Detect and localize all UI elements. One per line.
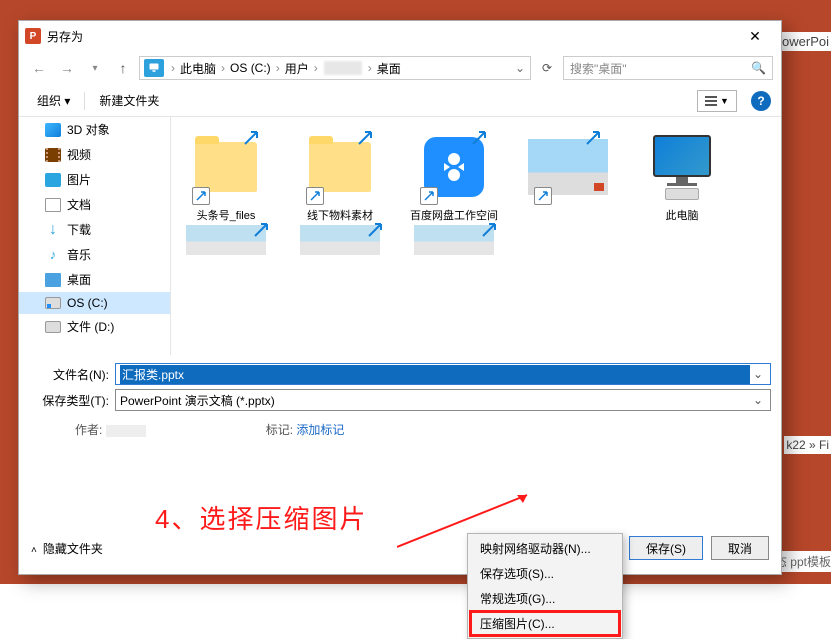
file-item[interactable]	[521, 127, 615, 223]
tree-item[interactable]: ↓下载	[19, 217, 170, 242]
tree-item[interactable]: 视频	[19, 142, 170, 167]
tree-item[interactable]: 图片	[19, 167, 170, 192]
recent-dropdown[interactable]: ▾	[83, 56, 107, 80]
help-button[interactable]: ?	[751, 91, 771, 111]
file-item[interactable]	[407, 223, 501, 257]
refresh-button[interactable]: ⟳	[535, 56, 559, 80]
savetype-label: 保存类型(T):	[29, 392, 115, 409]
file-item[interactable]: 百度网盘工作空间	[407, 127, 501, 223]
file-item[interactable]	[179, 223, 273, 257]
path-sep-icon: ›	[365, 61, 375, 75]
save-as-dialog: P 另存为 ✕ ← → ▾ ↑ › 此电脑 › OS (C:) › 用户 › ›…	[18, 20, 782, 575]
path-sep-icon: ›	[273, 61, 283, 75]
path-dropdown[interactable]: ⌄	[510, 61, 530, 75]
savetype-select[interactable]: PowerPoint 演示文稿 (*.pptx) ⌄	[115, 389, 771, 411]
chevron-down-icon[interactable]: ⌄	[750, 367, 766, 381]
tree-item[interactable]: 桌面	[19, 267, 170, 292]
tree-item[interactable]: 文档	[19, 192, 170, 217]
up-button[interactable]: ↑	[111, 56, 135, 80]
annotation: 4、选择压缩图片	[155, 499, 367, 536]
close-button[interactable]: ✕	[735, 28, 775, 45]
tree-item[interactable]: 文件 (D:)	[19, 314, 170, 339]
folder-tree[interactable]: 3D 对象视频图片文档↓下载♪音乐桌面OS (C:)文件 (D:)	[19, 117, 171, 355]
filename-value: 汇报类.pptx	[120, 365, 750, 384]
nav-row: ← → ▾ ↑ › 此电脑 › OS (C:) › 用户 › › 桌面 ⌄ ⟳ …	[19, 51, 781, 85]
separator	[84, 92, 85, 110]
pc-path-icon	[144, 59, 164, 77]
bottom-bar: 隐藏文件夹 工具(L)▼ 保存(S) 取消	[19, 526, 781, 574]
path-seg-pc[interactable]: 此电脑	[178, 60, 218, 77]
tree-item[interactable]: 3D 对象	[19, 117, 170, 142]
tools-menu: 映射网络驱动器(N)...保存选项(S)...常规选项(G)...压缩图片(C)…	[467, 533, 623, 639]
list-icon	[705, 95, 717, 107]
file-item[interactable]: 此电脑	[635, 127, 729, 223]
dialog-title: 另存为	[47, 28, 735, 45]
hide-folders-toggle[interactable]: 隐藏文件夹	[31, 540, 103, 557]
path-seg-desktop[interactable]: 桌面	[375, 60, 403, 77]
search-icon: 🔍	[751, 61, 766, 75]
titlebar: P 另存为 ✕	[19, 21, 781, 51]
menu-item[interactable]: 映射网络驱动器(N)...	[470, 536, 620, 561]
organize-button[interactable]: 组织 ▾	[29, 89, 78, 112]
cancel-button[interactable]: 取消	[711, 536, 769, 560]
path-sep-icon: ›	[311, 61, 321, 75]
save-button[interactable]: 保存(S)	[629, 536, 703, 560]
new-folder-button[interactable]: 新建文件夹	[91, 89, 167, 112]
forward-button[interactable]: →	[55, 56, 79, 80]
path-seg-users[interactable]: 用户	[283, 60, 311, 77]
redacted-segment	[324, 61, 362, 75]
file-item[interactable]	[293, 223, 387, 257]
tree-item[interactable]: ♪音乐	[19, 242, 170, 267]
annotation-text: 4、选择压缩图片	[155, 499, 367, 536]
path-sep-icon: ›	[168, 61, 178, 75]
view-mode-button[interactable]: ▼	[697, 90, 737, 112]
menu-item[interactable]: 压缩图片(C)...	[470, 611, 620, 636]
add-tags-link[interactable]: 添加标记	[296, 423, 344, 437]
back-button[interactable]: ←	[27, 56, 51, 80]
search-placeholder: 搜索"桌面"	[570, 60, 751, 77]
file-item[interactable]: 头条号_files	[179, 127, 273, 223]
path-seg-drive[interactable]: OS (C:)	[228, 61, 273, 75]
toolbar: 组织 ▾ 新建文件夹 ▼ ?	[19, 85, 781, 117]
tree-item[interactable]: OS (C:)	[19, 292, 170, 314]
savetype-value: PowerPoint 演示文稿 (*.pptx)	[120, 392, 750, 409]
form-area: 文件名(N): 汇报类.pptx ⌄ 保存类型(T): PowerPoint 演…	[19, 355, 781, 442]
bg-text-fragment: k22 » Fi	[784, 436, 831, 454]
redacted-author	[106, 425, 146, 437]
address-bar[interactable]: › 此电脑 › OS (C:) › 用户 › › 桌面 ⌄	[139, 56, 531, 80]
file-list[interactable]: 头条号_files线下物料素材百度网盘工作空间 此电脑	[171, 117, 781, 355]
bg-text-fragment: owerPoi	[780, 32, 831, 51]
path-sep-icon: ›	[218, 61, 228, 75]
file-item[interactable]: 线下物料素材	[293, 127, 387, 223]
menu-item[interactable]: 常规选项(G)...	[470, 586, 620, 611]
chevron-down-icon[interactable]: ⌄	[750, 393, 766, 407]
filename-input[interactable]: 汇报类.pptx ⌄	[115, 363, 771, 385]
author-label: 作者:	[75, 423, 102, 437]
tags-label: 标记:	[266, 423, 293, 437]
powerpoint-icon: P	[25, 28, 41, 44]
filename-label: 文件名(N):	[29, 366, 115, 383]
search-input[interactable]: 搜索"桌面" 🔍	[563, 56, 773, 80]
menu-item[interactable]: 保存选项(S)...	[470, 561, 620, 586]
chevron-down-icon: ▼	[720, 96, 729, 106]
